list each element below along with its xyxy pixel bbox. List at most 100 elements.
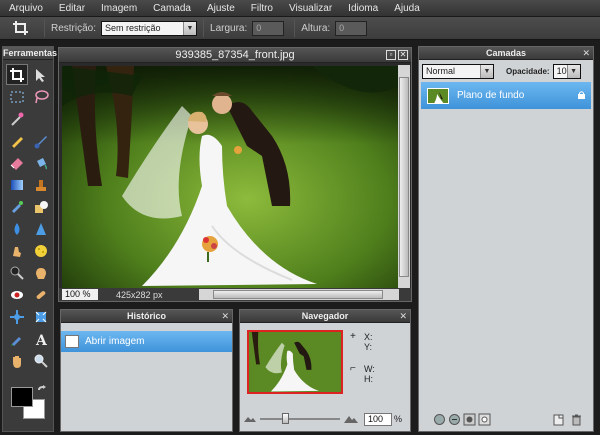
menu-idioma[interactable]: Idioma [339, 0, 385, 17]
zoom-tool-button[interactable] [30, 350, 52, 371]
menu-ajuda[interactable]: Ajuda [385, 0, 427, 17]
blend-mode-value: Normal [426, 66, 456, 76]
gradient-tool-button[interactable] [6, 174, 28, 195]
hand-tool-button[interactable] [6, 350, 28, 371]
text-tool-button[interactable]: A [30, 328, 52, 349]
horizontal-scroll-thumb[interactable] [213, 290, 383, 299]
menu-editar[interactable]: Editar [50, 0, 92, 17]
close-icon[interactable]: ✕ [399, 310, 407, 323]
y-label: Y: [364, 342, 373, 352]
chevron-down-icon: ▼ [183, 21, 197, 35]
vertical-scrollbar[interactable] [398, 65, 410, 289]
brush-tool-button[interactable] [30, 130, 52, 151]
opacity-label: Opacidade: [506, 66, 550, 76]
marquee-tool-button[interactable] [6, 86, 28, 107]
smudge-tool-button[interactable] [6, 240, 28, 261]
menu-arquivo[interactable]: Arquivo [0, 0, 50, 17]
stamp-tool-button[interactable] [30, 174, 52, 195]
color-replace-icon [12, 200, 23, 213]
svg-text:A: A [35, 333, 48, 347]
zoom-slider-thumb[interactable] [282, 413, 289, 424]
spot-heal-tool-button[interactable] [30, 284, 52, 305]
image-window: 939385_87354_front.jpg ▫ ✕ 100 % 425x282… [58, 47, 412, 302]
close-icon[interactable]: ✕ [221, 310, 229, 323]
pinch-icon [35, 311, 47, 322]
blur-tool-button[interactable] [6, 218, 28, 239]
close-button[interactable]: ✕ [398, 50, 408, 60]
height-field[interactable]: 0 [335, 20, 368, 36]
eraser-tool-button[interactable] [6, 152, 28, 173]
wand-tool-button[interactable] [6, 108, 28, 129]
layer-options-row: Normal ▼ Opacidade: 100 ▼ [422, 63, 590, 79]
image-status-bar: 100 % 425x282 px [59, 288, 411, 301]
history-item[interactable]: Abrir imagem [61, 331, 232, 352]
layer-actions [552, 413, 583, 426]
document-icon [65, 335, 79, 348]
redeye-tool-button[interactable] [6, 284, 28, 305]
opacity-select[interactable]: 100 ▼ [552, 63, 581, 79]
menu-camada[interactable]: Camada [144, 0, 198, 17]
h-label: H: [364, 374, 373, 384]
width-field[interactable]: 0 [252, 20, 285, 36]
layer-styles-icon[interactable] [433, 413, 446, 426]
menu-imagem[interactable]: Imagem [92, 0, 144, 17]
sponge-tool-button[interactable] [30, 240, 52, 261]
bloat-tool-button[interactable] [6, 306, 28, 327]
blend-mode-select[interactable]: Normal ▼ [422, 63, 494, 79]
zoom-in-mountain-icon[interactable] [344, 414, 358, 424]
layer-settings-icon[interactable] [448, 413, 461, 426]
eyedropper-icon [11, 336, 21, 346]
picker-tool-button[interactable] [6, 328, 28, 349]
water-drop-icon [14, 222, 20, 235]
canvas-photo[interactable] [62, 66, 398, 288]
navigator-zoom-row: 100 % [244, 412, 408, 426]
horizontal-scrollbar[interactable] [199, 289, 399, 300]
navigator-zoom-field[interactable]: 100 [364, 412, 392, 426]
trash-icon[interactable] [570, 413, 583, 426]
navigator-thumbnail[interactable] [247, 330, 343, 394]
drawing-tool-button[interactable] [30, 196, 52, 217]
move-arrow-icon [36, 68, 45, 82]
layer-mask-icon[interactable] [463, 413, 476, 426]
position-cross-icon: + [350, 331, 356, 342]
color-replace-tool-button[interactable] [6, 196, 28, 217]
lasso-tool-button[interactable] [30, 86, 52, 107]
new-layer-icon[interactable] [552, 413, 565, 426]
magic-wand-icon [11, 112, 24, 126]
color-swatches [9, 385, 49, 427]
pencil-tool-button[interactable] [6, 130, 28, 151]
brush-icon [34, 135, 47, 148]
swap-colors-icon[interactable] [37, 385, 47, 395]
menu-ajuste[interactable]: Ajuste [198, 0, 242, 17]
move-tool-button[interactable] [30, 64, 52, 85]
eraser-icon [10, 157, 23, 170]
zoom-slider[interactable] [260, 413, 340, 424]
burn-tool-button[interactable] [30, 262, 52, 283]
layer-group-icon[interactable] [478, 413, 491, 426]
text-icon: A [35, 333, 48, 347]
vertical-scroll-thumb[interactable] [399, 77, 409, 277]
foreground-color-swatch[interactable] [11, 387, 33, 407]
image-dimensions: 425x282 px [116, 289, 163, 300]
dodge-tool-button[interactable] [6, 262, 28, 283]
close-icon[interactable]: ✕ [582, 47, 590, 60]
zoom-percent-label: % [394, 414, 403, 424]
image-zoom-field[interactable]: 100 % [62, 289, 98, 300]
menu-filtro[interactable]: Filtro [242, 0, 280, 17]
layers-panel-titlebar: Camadas ✕ [419, 47, 593, 60]
zoom-out-mountain-icon[interactable] [244, 415, 256, 423]
lock-icon [578, 91, 585, 99]
bucket-tool-button[interactable] [30, 152, 52, 173]
tools-panel-title: Ferramentas [3, 47, 58, 60]
history-panel: Histórico ✕ Abrir imagem [60, 309, 233, 432]
crop-tool-button[interactable] [6, 64, 28, 85]
restriction-select[interactable]: Sem restrição ▼ [101, 20, 198, 36]
zoom-icon [34, 354, 48, 368]
layer-row[interactable]: Plano de fundo [421, 82, 591, 109]
pinch-tool-button[interactable] [30, 306, 52, 327]
navigator-preview-image [249, 332, 341, 392]
maximize-button[interactable]: ▫ [386, 50, 396, 60]
shapes-icon [35, 200, 48, 213]
menu-visualizar[interactable]: Visualizar [280, 0, 339, 17]
sharpen-tool-button[interactable] [30, 218, 52, 239]
